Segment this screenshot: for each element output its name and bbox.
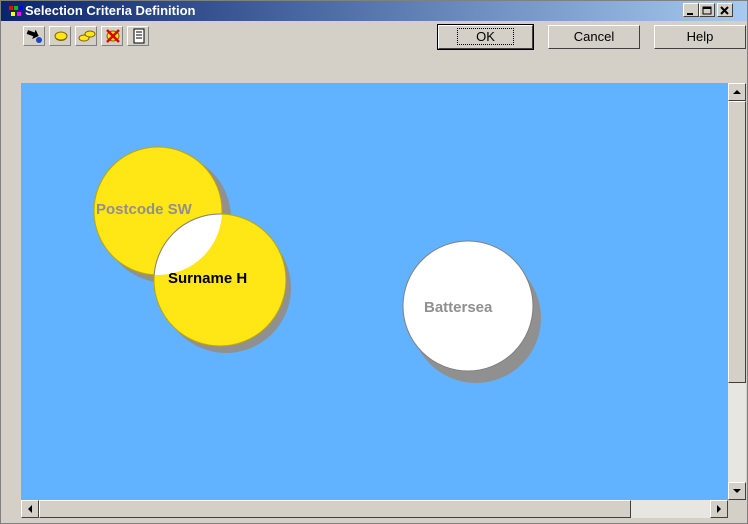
minimize-button[interactable] xyxy=(683,3,699,17)
help-button[interactable]: Help xyxy=(654,25,746,49)
scroll-up-button[interactable] xyxy=(728,83,746,101)
ok-button-label: OK xyxy=(457,28,514,45)
criteria-canvas[interactable]: Postcode SW Surname H Battersea xyxy=(21,83,728,500)
toolbar: OK Cancel Help xyxy=(1,21,747,51)
circle-tool[interactable] xyxy=(49,26,71,46)
down-arrow-icon xyxy=(733,489,741,493)
window-title: Selection Criteria Definition xyxy=(25,3,196,18)
left-arrow-icon xyxy=(28,505,32,513)
add-criteria-tool[interactable] xyxy=(23,26,45,46)
link-circles-tool[interactable] xyxy=(75,26,97,46)
postcode-label: Postcode SW xyxy=(96,201,192,218)
maximize-icon xyxy=(702,6,712,15)
minimize-icon xyxy=(687,13,693,15)
app-icon xyxy=(9,6,23,16)
right-arrow-icon xyxy=(717,505,721,513)
battersea-label: Battersea xyxy=(424,299,493,316)
close-button[interactable] xyxy=(717,3,733,17)
title-bar: Selection Criteria Definition xyxy=(1,1,747,21)
list-icon xyxy=(133,28,145,44)
delete-icon xyxy=(106,29,120,43)
horizontal-scrollbar[interactable] xyxy=(21,500,728,518)
maximize-button[interactable] xyxy=(699,3,715,17)
scroll-right-button[interactable] xyxy=(710,500,728,518)
ok-button[interactable]: OK xyxy=(437,24,534,50)
surname-label: Surname H xyxy=(168,270,248,287)
add-criteria-icon xyxy=(26,29,42,43)
vertical-scrollbar[interactable] xyxy=(728,83,746,500)
selection-criteria-window: Selection Criteria Definition OK Cancel … xyxy=(0,0,748,524)
scroll-left-button[interactable] xyxy=(21,500,39,518)
venn-diagram xyxy=(93,146,534,372)
list-tool[interactable] xyxy=(127,26,149,46)
close-icon xyxy=(720,6,729,15)
up-arrow-icon xyxy=(733,90,741,94)
vertical-scroll-thumb[interactable] xyxy=(728,101,746,383)
scroll-corner xyxy=(728,500,746,518)
link-circles-icon xyxy=(78,30,96,42)
circle-icon xyxy=(54,31,68,41)
scroll-down-button[interactable] xyxy=(728,482,746,500)
horizontal-scroll-thumb[interactable] xyxy=(39,500,631,518)
cancel-button[interactable]: Cancel xyxy=(548,25,640,49)
delete-tool[interactable] xyxy=(101,26,123,46)
